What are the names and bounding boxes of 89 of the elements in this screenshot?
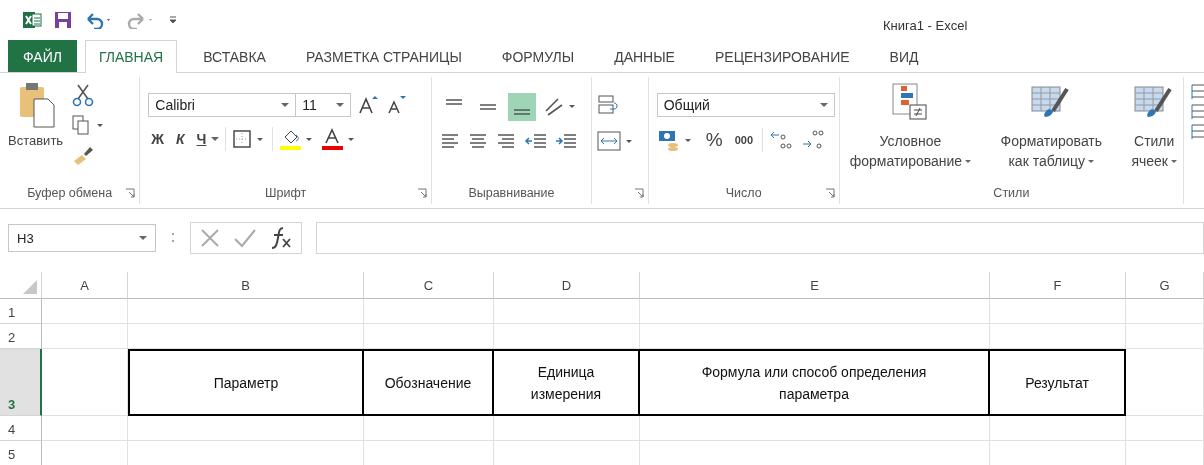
- column-header[interactable]: F: [990, 272, 1126, 299]
- insert-cells-icon[interactable]: [1190, 81, 1204, 141]
- percent-button[interactable]: %: [702, 127, 726, 153]
- ribbon-tab[interactable]: ФАЙЛ: [8, 40, 77, 72]
- styles-button[interactable]: Форматировать как таблицу: [998, 83, 1105, 182]
- empty-cell[interactable]: [640, 324, 990, 349]
- column-header[interactable]: G: [1126, 272, 1204, 299]
- ribbon-tab[interactable]: ГЛАВНАЯ: [84, 40, 178, 73]
- bottom-align-icon[interactable]: [507, 93, 536, 121]
- italic-button[interactable]: К: [172, 129, 188, 149]
- conditional-format-icon: [892, 83, 929, 121]
- ribbon-tab[interactable]: ВСТАВКА: [189, 40, 280, 72]
- empty-cell[interactable]: [990, 324, 1126, 349]
- paste-button[interactable]: Вставить: [6, 77, 66, 182]
- grow-font-icon[interactable]: [357, 94, 380, 116]
- dialog-launcher-icon[interactable]: [125, 188, 136, 198]
- column-header[interactable]: B: [128, 272, 364, 299]
- empty-cell[interactable]: [494, 299, 640, 324]
- underline-button[interactable]: Ч: [193, 129, 210, 149]
- save-icon[interactable]: [54, 11, 72, 29]
- column-header[interactable]: E: [640, 272, 990, 299]
- ribbon-tab[interactable]: РЕЦЕНЗИРОВАНИЕ: [700, 40, 864, 72]
- group-label: Буфер обмена: [27, 186, 113, 200]
- dialog-launcher-icon[interactable]: [824, 188, 835, 198]
- decrease-indent-icon[interactable]: [523, 131, 548, 151]
- bold-button[interactable]: Ж: [148, 129, 167, 149]
- empty-cell[interactable]: [990, 299, 1126, 324]
- table-cell: Единица измерения: [494, 349, 640, 416]
- styles-button[interactable]: Условное форматирование: [847, 83, 974, 182]
- ribbon-tab[interactable]: РАЗМЕТКА СТРАНИЦЫ: [291, 40, 476, 72]
- empty-cell[interactable]: [494, 324, 640, 349]
- table-cell: Обозначение: [364, 349, 494, 416]
- empty-cell[interactable]: [1126, 299, 1204, 324]
- row-header[interactable]: 3: [0, 349, 42, 416]
- ribbon-tab[interactable]: ДАННЫЕ: [600, 40, 689, 72]
- row-header[interactable]: 5: [0, 441, 42, 465]
- window-title: Книга1 - Excel: [883, 18, 968, 33]
- empty-cell[interactable]: [42, 324, 128, 349]
- column-header[interactable]: A: [42, 272, 128, 299]
- ribbon-tab[interactable]: ФОРМУЛЫ: [487, 40, 589, 72]
- empty-cell[interactable]: [42, 299, 128, 324]
- empty-cell[interactable]: [364, 299, 494, 324]
- empty-cell[interactable]: [364, 416, 494, 441]
- table-cell: Параметр: [128, 349, 364, 416]
- more-options-icon[interactable]: [170, 231, 176, 245]
- row-header[interactable]: 4: [0, 416, 42, 441]
- scissors-icon[interactable]: [71, 83, 96, 107]
- excel-logo-icon: [22, 10, 42, 30]
- formula-input-field[interactable]: [316, 222, 1204, 254]
- column-header[interactable]: D: [494, 272, 640, 299]
- styles-button[interactable]: Стили ячеек: [1129, 83, 1179, 182]
- empty-cell[interactable]: [128, 416, 364, 441]
- empty-cell[interactable]: [640, 416, 990, 441]
- empty-cell[interactable]: [42, 416, 128, 441]
- table-cell: Результат: [990, 349, 1126, 416]
- empty-cell[interactable]: [640, 299, 990, 324]
- shrink-font-icon[interactable]: [385, 94, 408, 116]
- insert-function-icon[interactable]: [269, 226, 293, 250]
- empty-cell[interactable]: [1126, 416, 1204, 441]
- cancel-icon[interactable]: [199, 227, 221, 249]
- thousands-button[interactable]: 000: [731, 132, 756, 148]
- empty-cell[interactable]: [494, 416, 640, 441]
- column-header[interactable]: C: [364, 272, 494, 299]
- dialog-launcher-icon[interactable]: [633, 188, 644, 198]
- group-label: Выравнивание: [468, 186, 555, 200]
- copy-icon[interactable]: [71, 115, 106, 135]
- ribbon-tab[interactable]: ВИД: [875, 40, 933, 72]
- customize-caret-icon[interactable]: [168, 14, 178, 26]
- group-label: Стили: [993, 186, 1030, 200]
- row-header[interactable]: 1: [0, 299, 42, 324]
- empty-cell[interactable]: [1126, 324, 1204, 349]
- table-cell: Формула или способ определения параметра: [640, 349, 990, 416]
- increase-indent-icon[interactable]: [553, 131, 578, 151]
- name-box[interactable]: H3: [8, 224, 156, 252]
- number-format-dropdown[interactable]: Общий: [656, 93, 835, 117]
- select-all-icon[interactable]: [23, 280, 37, 294]
- wrap-text-icon[interactable]: [596, 93, 620, 117]
- empty-cell[interactable]: [364, 324, 494, 349]
- dialog-launcher-icon[interactable]: [416, 188, 427, 198]
- empty-cell[interactable]: [990, 416, 1126, 441]
- decrease-decimal-icon[interactable]: [801, 128, 827, 152]
- font-name-dropdown[interactable]: Calibri: [148, 93, 297, 117]
- group-label: Шрифт: [265, 186, 307, 200]
- font-size-dropdown[interactable]: 11: [295, 93, 352, 117]
- group-label: Число: [725, 186, 762, 200]
- empty-cell[interactable]: [1126, 349, 1204, 416]
- empty-cell[interactable]: [128, 299, 364, 324]
- enter-checkmark-icon[interactable]: [233, 227, 257, 249]
- empty-cell[interactable]: [128, 324, 364, 349]
